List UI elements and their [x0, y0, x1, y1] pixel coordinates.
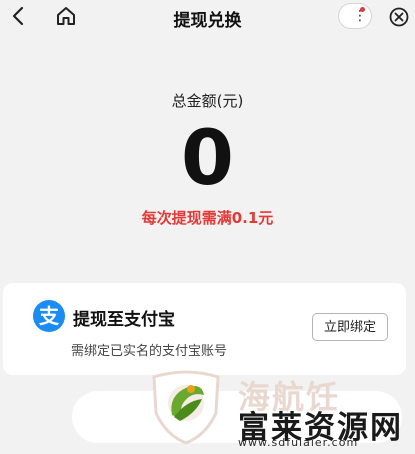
- notification-dot: [360, 7, 365, 12]
- more-button[interactable]: ⋮: [338, 3, 372, 29]
- withdraw-method-title: 提现至支付宝: [73, 310, 175, 330]
- total-amount-label: 总金额(元): [171, 92, 244, 110]
- total-amount-value: 0: [181, 113, 234, 202]
- watermark-logo: [152, 370, 220, 445]
- watermark-url: www.sdfulaier.com: [238, 436, 359, 449]
- top-bar: 提现兑换 ⋮: [0, 0, 415, 34]
- alipay-withdraw-card[interactable]: 支 提现至支付宝 需绑定已实名的支付宝账号 立即绑定: [3, 283, 406, 375]
- minimum-withdraw-tip: 每次提现需满0.1元: [141, 209, 274, 227]
- alipay-icon: 支: [33, 300, 65, 332]
- withdraw-method-subtitle: 需绑定已实名的支付宝账号: [71, 344, 228, 359]
- close-circle-icon[interactable]: [388, 6, 410, 28]
- bind-now-button[interactable]: 立即绑定: [312, 313, 388, 341]
